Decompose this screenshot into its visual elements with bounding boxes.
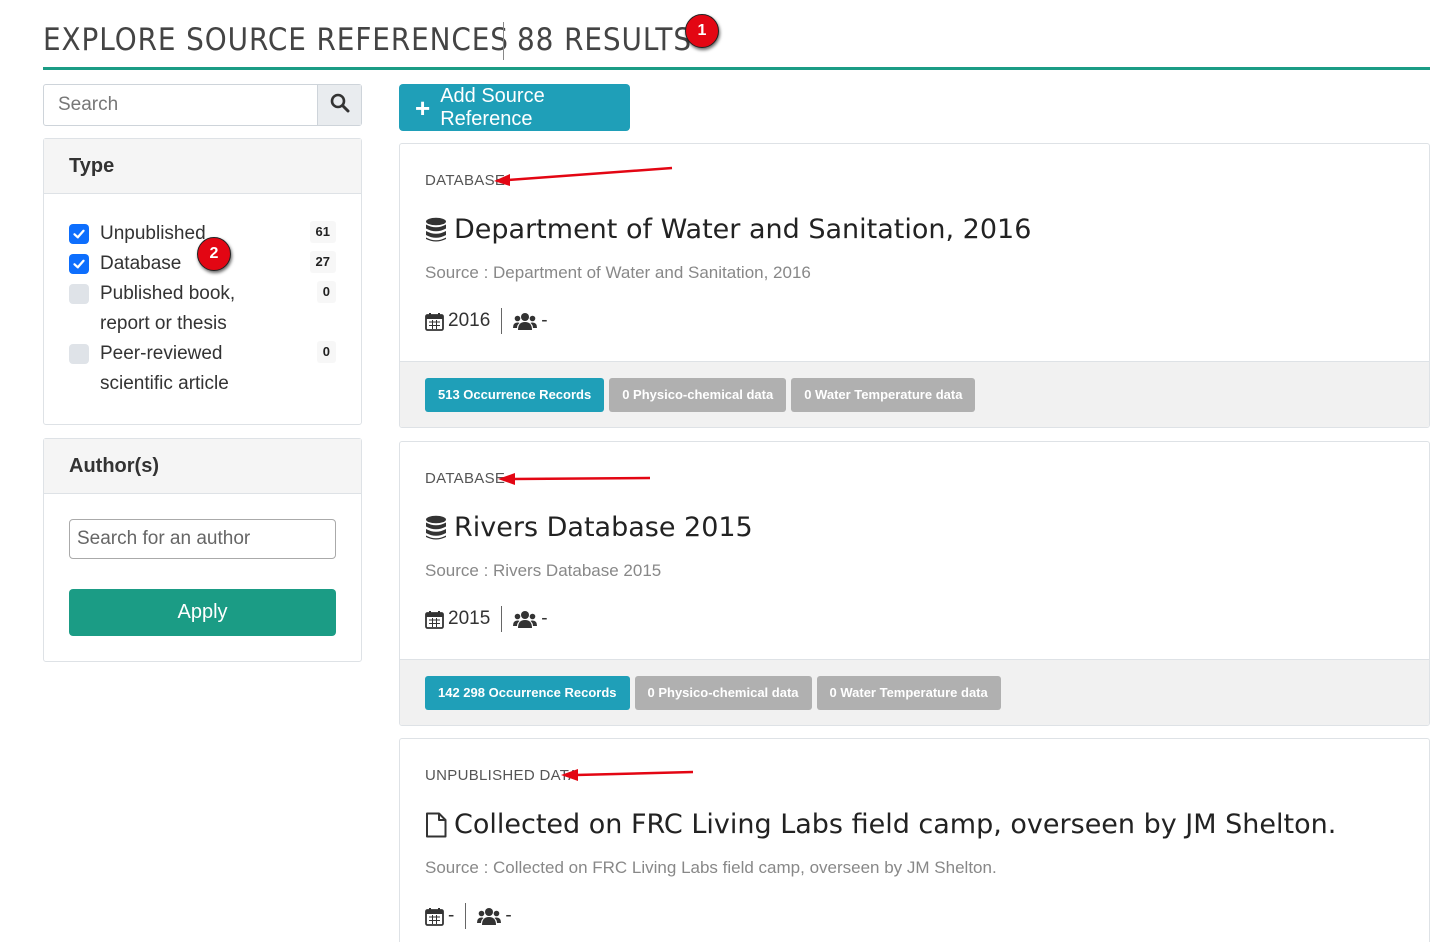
occurrence-records-badge[interactable]: 513 Occurrence Records [425, 377, 605, 412]
water-temperature-badge[interactable]: 0 Water Temperature data [816, 675, 1001, 710]
add-source-reference-button[interactable]: + Add Source Reference [399, 84, 630, 131]
checkbox-unchecked[interactable] [69, 284, 89, 304]
card-meta: 2016 - [425, 308, 548, 334]
type-filter-peer-reviewed[interactable]: Peer-reviewed scientific article 0 [69, 339, 336, 399]
apply-button[interactable]: Apply [69, 589, 336, 636]
card-title[interactable]: Department of Water and Sanitation, 2016 [425, 214, 1031, 245]
add-button-label: Add Source Reference [440, 84, 545, 130]
card-authors: - [541, 310, 548, 331]
source-card: UNPUBLISHED DATA Collected on FRC Living… [399, 738, 1430, 942]
database-icon [425, 515, 447, 541]
occurrence-records-badge[interactable]: 142 298 Occurrence Records [425, 675, 630, 710]
file-icon [425, 812, 447, 838]
card-title[interactable]: Rivers Database 2015 [425, 512, 753, 543]
card-title[interactable]: Collected on FRC Living Labs field camp,… [425, 809, 1336, 840]
type-filter-count: 0 [316, 281, 336, 303]
search-box [43, 84, 362, 126]
checkbox-checked[interactable] [69, 254, 89, 274]
physico-chemical-badge[interactable]: 0 Physico-chemical data [609, 377, 787, 412]
results-count: 88 RESULTS [517, 22, 692, 58]
search-input[interactable] [44, 85, 317, 125]
header-divider [503, 22, 504, 60]
author-filter-panel: Author(s) Apply [43, 438, 362, 662]
type-filter-count: 0 [316, 341, 336, 363]
annotation-marker-2: 2 [197, 237, 231, 271]
checkbox-unchecked[interactable] [69, 344, 89, 364]
search-icon [330, 93, 350, 118]
type-filter-count: 27 [309, 251, 336, 273]
page-header: EXPLORE SOURCE REFERENCES 88 RESULTS [43, 18, 1430, 70]
card-meta: 2015 - [425, 606, 548, 632]
meta-divider [501, 308, 503, 334]
calendar-icon [425, 312, 444, 331]
author-search-input[interactable] [69, 519, 336, 559]
users-icon [477, 907, 502, 926]
card-year: 2016 [448, 310, 491, 331]
type-panel-title: Type [44, 139, 361, 194]
card-footer: 142 298 Occurrence Records 0 Physico-che… [400, 659, 1429, 725]
type-filter-label: Unpublished [100, 223, 206, 244]
author-panel-title: Author(s) [44, 439, 361, 494]
card-title-text: Rivers Database 2015 [454, 512, 753, 543]
card-meta: - - [425, 903, 512, 929]
annotation-marker-1: 1 [685, 14, 719, 48]
physico-chemical-badge[interactable]: 0 Physico-chemical data [634, 675, 812, 710]
annotation-arrow [561, 769, 694, 781]
card-year: - [448, 905, 455, 926]
water-temperature-badge[interactable]: 0 Water Temperature data [791, 377, 976, 412]
plus-icon: + [415, 92, 431, 123]
type-filter-count: 61 [309, 221, 336, 243]
type-filter-published-book[interactable]: Published book, report or thesis 0 [69, 279, 336, 339]
calendar-icon [425, 907, 444, 926]
card-source: Source : Department of Water and Sanitat… [425, 263, 811, 282]
type-filter-label: Peer-reviewed scientific article [100, 343, 229, 394]
card-footer: 513 Occurrence Records 0 Physico-chemica… [400, 361, 1429, 427]
card-type-label: UNPUBLISHED DATA [425, 767, 579, 784]
checkbox-checked[interactable] [69, 224, 89, 244]
users-icon [513, 610, 538, 629]
database-icon [425, 217, 447, 243]
type-filter-label: Published book, report or thesis [100, 283, 236, 334]
card-source: Source : Collected on FRC Living Labs fi… [425, 858, 997, 877]
card-authors: - [541, 608, 548, 629]
card-title-text: Department of Water and Sanitation, 2016 [454, 214, 1032, 245]
meta-divider [465, 903, 467, 929]
users-icon [513, 312, 538, 331]
card-title-text: Collected on FRC Living Labs field camp,… [454, 809, 1337, 840]
calendar-icon [425, 610, 444, 629]
card-type-label: DATABASE [425, 470, 506, 487]
card-year: 2015 [448, 608, 491, 629]
type-filter-panel: Type Unpublished 61 Database 27 Publishe… [43, 138, 362, 425]
search-button[interactable] [317, 85, 361, 125]
card-authors: - [505, 905, 512, 926]
meta-divider [501, 606, 503, 632]
page-title: EXPLORE SOURCE REFERENCES [43, 22, 509, 58]
card-source: Source : Rivers Database 2015 [425, 561, 662, 580]
annotation-arrow [494, 166, 673, 186]
annotation-arrow [498, 473, 651, 485]
